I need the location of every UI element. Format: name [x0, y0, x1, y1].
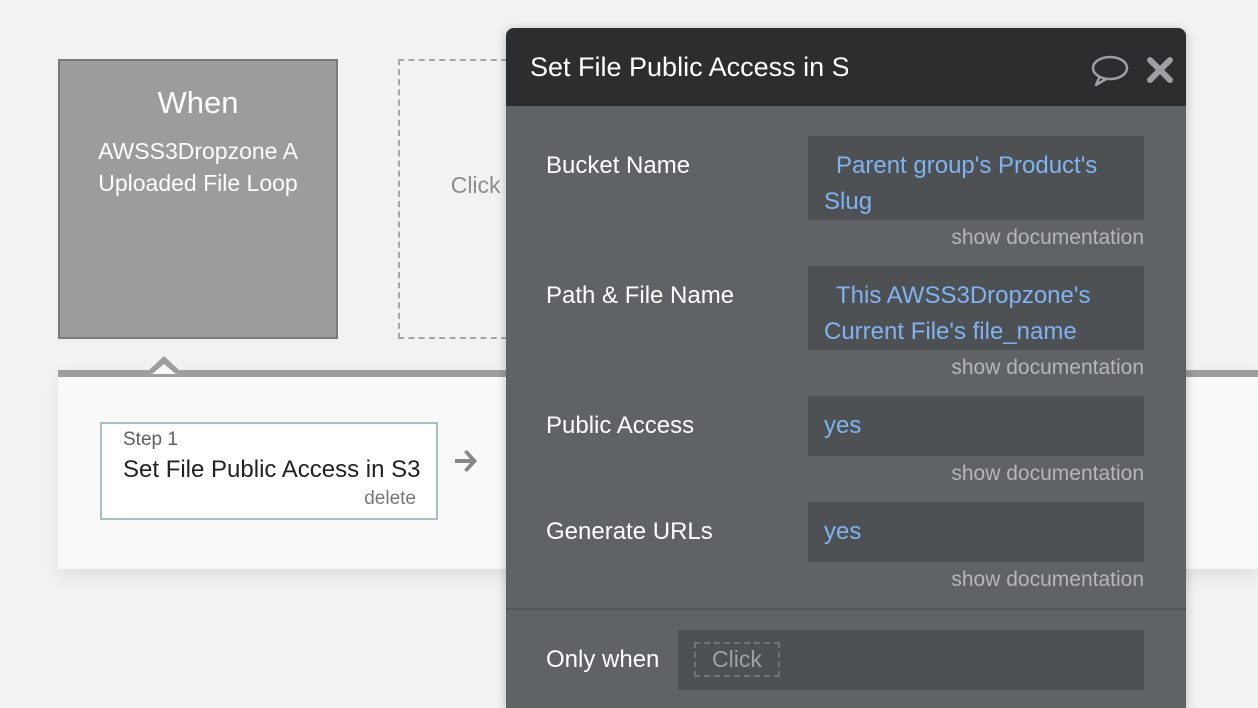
public-access-label: Public Access	[546, 412, 695, 439]
divider	[506, 608, 1186, 610]
public-access-field[interactable]: yes	[808, 396, 1144, 456]
only-when-label: Only when	[546, 646, 660, 673]
public-access-doc-link[interactable]: show documentation	[951, 462, 1144, 486]
path-file-name-value: This AWSS3Dropzone's Current File's file…	[824, 282, 1091, 345]
bucket-name-doc-link[interactable]: show documentation	[951, 226, 1144, 250]
bucket-name-field[interactable]: Parent group's Product's Slug	[808, 136, 1144, 220]
event-title: When	[157, 85, 239, 120]
path-file-name-field[interactable]: This AWSS3Dropzone's Current File's file…	[808, 266, 1144, 350]
panel-pointer-inner	[152, 364, 176, 374]
close-icon[interactable]	[1146, 56, 1174, 84]
event-subtitle: AWSS3Dropzone A Uploaded File Loop	[98, 138, 298, 196]
generate-urls-doc-link[interactable]: show documentation	[951, 568, 1144, 592]
step-card[interactable]: Step 1 Set File Public Access in S3 dele…	[100, 422, 438, 520]
only-when-click-placeholder[interactable]: Click	[694, 642, 780, 677]
public-access-value: yes	[824, 412, 862, 439]
property-editor-header[interactable]: Set File Public Access in S3	[506, 28, 1186, 106]
only-when-field[interactable]: Click	[678, 630, 1144, 690]
generate-urls-value: yes	[824, 518, 862, 545]
path-file-name-doc-link[interactable]: show documentation	[951, 356, 1144, 380]
property-editor-title: Set File Public Access in S3	[530, 52, 848, 82]
step-number: Step 1	[123, 429, 178, 450]
step-name: Set File Public Access in S3	[123, 456, 421, 483]
property-editor: Set File Public Access in S3 Bucket Name…	[506, 28, 1186, 708]
arrow-right-icon[interactable]	[452, 446, 482, 476]
step-delete-link[interactable]: delete	[364, 488, 416, 510]
path-file-name-label: Path & File Name	[546, 282, 735, 309]
bucket-name-label: Bucket Name	[546, 152, 691, 179]
event-card-when[interactable]: When AWSS3Dropzone A Uploaded File Loop	[58, 59, 338, 339]
generate-urls-field[interactable]: yes	[808, 502, 1144, 562]
comment-icon[interactable]	[1090, 54, 1130, 88]
bucket-name-value: Parent group's Product's Slug	[824, 152, 1098, 215]
generate-urls-label: Generate URLs	[546, 518, 713, 545]
